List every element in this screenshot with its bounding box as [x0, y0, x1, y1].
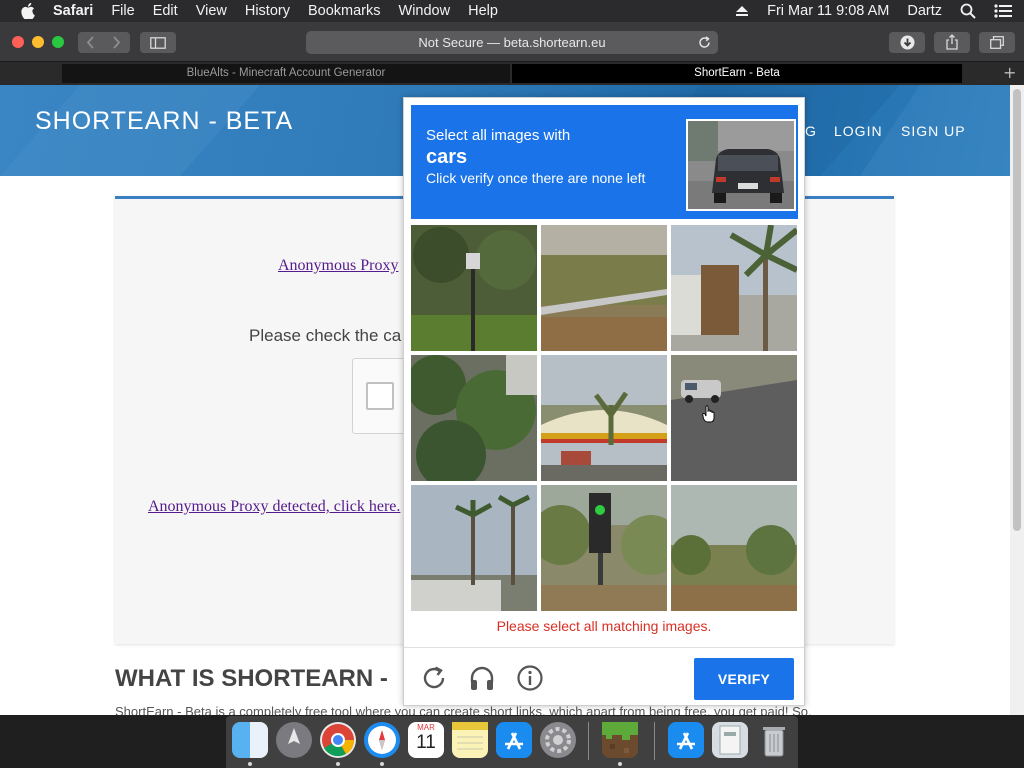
captcha-target: cars — [426, 146, 468, 168]
proxy-link-bottom[interactable]: Anonymous Proxy detected, click here. — [148, 498, 400, 516]
calendar-day: 11 — [416, 732, 436, 753]
proxy-link-top[interactable]: Anonymous Proxy — [278, 257, 398, 275]
reload-icon[interactable] — [698, 36, 711, 49]
tab-shortearn[interactable]: ShortEarn - Beta — [512, 64, 962, 83]
downloads-button[interactable] — [889, 32, 925, 53]
back-arrow-icon[interactable] — [85, 36, 97, 49]
tab-bar: BlueAlts - Minecraft Account Generator S… — [0, 62, 1024, 85]
back-forward-group — [78, 32, 130, 53]
dock-separator-1 — [588, 722, 589, 760]
dock: MAR 11 — [226, 716, 798, 768]
menu-window[interactable]: Window — [399, 3, 451, 19]
nav-item-partial[interactable]: G — [805, 123, 817, 139]
new-tab-button[interactable]: + — [1003, 63, 1016, 82]
captcha-tile-4[interactable] — [411, 355, 537, 481]
tab-bluealts[interactable]: BlueAlts - Minecraft Account Generator — [62, 64, 510, 83]
sidebar-icon — [150, 37, 166, 49]
scrollbar-thumb[interactable] — [1013, 89, 1021, 531]
menubar-user[interactable]: Dartz — [907, 3, 942, 19]
safari-toolbar: Not Secure — beta.shortearn.eu — [0, 22, 1024, 62]
safari-icon[interactable] — [364, 722, 400, 758]
system-preferences-icon[interactable] — [540, 722, 576, 758]
menu-view[interactable]: View — [196, 3, 227, 19]
chrome-running-dot — [336, 762, 340, 766]
dock-separator-2 — [654, 722, 655, 760]
captcha-tile-9[interactable] — [671, 485, 797, 611]
calendar-icon[interactable]: MAR 11 — [408, 722, 444, 758]
captcha-error-message: Please select all matching images. — [496, 618, 712, 634]
launchpad-icon[interactable] — [276, 722, 312, 758]
minecraft-running-dot — [618, 762, 622, 766]
eject-icon[interactable] — [735, 5, 749, 17]
chrome-icon[interactable] — [320, 722, 356, 758]
menu-edit[interactable]: Edit — [153, 3, 178, 19]
captcha-tile-5[interactable] — [541, 355, 667, 481]
menu-bookmarks[interactable]: Bookmarks — [308, 3, 381, 19]
zoom-window-button[interactable] — [52, 36, 64, 48]
captcha-challenge: Select all images with cars Click verify… — [403, 97, 805, 706]
download-icon — [900, 35, 915, 50]
minecraft-icon[interactable] — [602, 722, 638, 758]
close-window-button[interactable] — [12, 36, 24, 48]
app-store-2-icon[interactable] — [668, 722, 704, 758]
share-button[interactable] — [934, 32, 970, 53]
downloads-stack-icon[interactable] — [712, 722, 748, 758]
please-check-text: Please check the ca — [249, 326, 402, 345]
audio-challenge-icon[interactable] — [468, 664, 496, 692]
captcha-tile-7[interactable] — [411, 485, 537, 611]
trash-icon[interactable] — [756, 722, 792, 758]
share-icon — [946, 34, 958, 50]
calendar-month: MAR — [417, 723, 435, 732]
app-store-icon[interactable] — [496, 722, 532, 758]
menu-help[interactable]: Help — [468, 3, 498, 19]
menu-safari[interactable]: Safari — [53, 3, 93, 19]
address-text: Not Secure — beta.shortearn.eu — [418, 35, 606, 50]
reload-challenge-icon[interactable] — [420, 664, 448, 692]
sidebar-toggle-button[interactable] — [140, 32, 176, 53]
section-title: WHAT IS SHORTEARN - — [115, 665, 388, 692]
info-icon[interactable] — [516, 664, 544, 692]
captcha-tile-3[interactable] — [671, 225, 797, 351]
finder-icon[interactable] — [232, 722, 268, 758]
captcha-header: Select all images with cars Click verify… — [411, 105, 798, 219]
page-scrollbar[interactable] — [1010, 85, 1024, 715]
address-bar[interactable]: Not Secure — beta.shortearn.eu — [306, 31, 718, 54]
apple-icon[interactable] — [21, 3, 35, 19]
menubar-clock[interactable]: Fri Mar 11 9:08 AM — [767, 3, 889, 19]
hand-cursor-icon — [702, 405, 715, 423]
captcha-tile-6[interactable] — [671, 355, 797, 481]
nav-sign-up[interactable]: SIGN UP — [901, 123, 966, 139]
spotlight-search-icon[interactable] — [960, 3, 976, 19]
tabs-icon — [990, 36, 1004, 49]
site-logo[interactable]: SHORTEARN - BETA — [35, 107, 293, 136]
notes-icon[interactable] — [452, 722, 488, 758]
tab-overview-button[interactable] — [979, 32, 1015, 53]
captcha-image-grid — [411, 225, 798, 612]
finder-running-dot — [248, 762, 252, 766]
captcha-hint: Click verify once there are none left — [426, 170, 646, 186]
captcha-tile-1[interactable] — [411, 225, 537, 351]
safari-running-dot — [380, 762, 384, 766]
nav-login[interactable]: LOGIN — [834, 123, 883, 139]
notification-center-icon[interactable] — [994, 4, 1012, 18]
minimize-window-button[interactable] — [32, 36, 44, 48]
verify-button[interactable]: VERIFY — [694, 658, 794, 700]
menu-file[interactable]: File — [111, 3, 134, 19]
captcha-tile-8[interactable] — [541, 485, 667, 611]
recaptcha-checkbox[interactable] — [366, 382, 394, 410]
menu-bar: Safari File Edit View History Bookmarks … — [0, 0, 1024, 22]
menu-history[interactable]: History — [245, 3, 290, 19]
captcha-tile-2[interactable] — [541, 225, 667, 351]
captcha-example-image — [686, 119, 796, 211]
captcha-footer: VERIFY — [404, 647, 804, 706]
forward-arrow-icon[interactable] — [110, 36, 122, 49]
captcha-instruction: Select all images with — [426, 127, 571, 144]
